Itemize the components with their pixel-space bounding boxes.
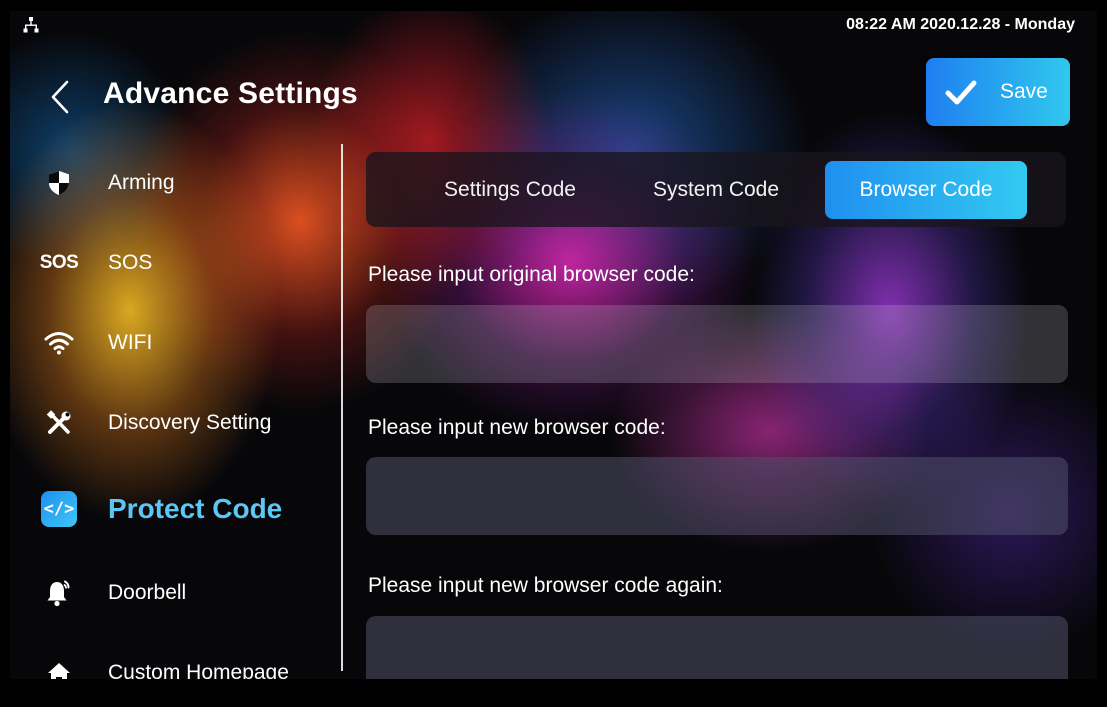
back-button[interactable] bbox=[44, 79, 76, 115]
date-time: 08:22 AM 2020.12.28 - Monday bbox=[846, 16, 1075, 33]
sidebar-item-label: Discovery Setting bbox=[108, 411, 272, 434]
tab-browser-code[interactable]: Browser Code bbox=[825, 161, 1027, 219]
sidebar-item-discovery-setting[interactable]: Discovery Setting bbox=[10, 401, 340, 445]
tab-system-code[interactable]: System Code bbox=[634, 161, 798, 219]
sidebar-item-label: Custom Homepage bbox=[108, 661, 289, 679]
sidebar-item-label: Doorbell bbox=[108, 581, 187, 604]
save-button-label: Save bbox=[1000, 80, 1048, 103]
sidebar-item-sos[interactable]: SOS SOS bbox=[10, 241, 340, 285]
sidebar-item-custom-homepage[interactable]: Custom Homepage bbox=[10, 651, 340, 679]
sos-icon: SOS bbox=[39, 252, 79, 273]
tab-settings-code[interactable]: Settings Code bbox=[416, 161, 604, 219]
sidebar-item-label: Protect Code bbox=[108, 493, 283, 524]
page-title: Advance Settings bbox=[103, 77, 358, 110]
tools-icon bbox=[40, 404, 78, 442]
save-button[interactable]: Save bbox=[926, 58, 1070, 126]
tab-bar: Settings Code System Code Browser Code bbox=[366, 152, 1066, 227]
check-icon bbox=[945, 80, 977, 105]
home-icon bbox=[40, 654, 78, 679]
confirm-code-label: Please input new browser code again: bbox=[368, 574, 723, 597]
sidebar-item-label: Arming bbox=[108, 171, 175, 194]
original-code-input[interactable] bbox=[366, 305, 1068, 383]
sidebar-item-label: WIFI bbox=[108, 331, 153, 354]
new-code-label: Please input new browser code: bbox=[368, 416, 666, 439]
sidebar-item-doorbell[interactable]: Doorbell bbox=[10, 571, 340, 615]
bell-icon bbox=[40, 574, 78, 612]
sidebar-item-label: SOS bbox=[108, 251, 153, 274]
confirm-code-input[interactable] bbox=[366, 616, 1068, 679]
sidebar-item-protect-code[interactable]: </> Protect Code bbox=[10, 487, 340, 531]
wifi-icon bbox=[40, 324, 78, 362]
sidebar-divider bbox=[341, 144, 343, 671]
status-bar: 08:22 AM 2020.12.28 - Monday bbox=[10, 11, 1097, 41]
code-icon: </> bbox=[40, 490, 78, 528]
network-icon bbox=[23, 17, 39, 33]
sidebar-item-wifi[interactable]: WIFI bbox=[10, 321, 340, 365]
sidebar-item-arming[interactable]: Arming bbox=[10, 161, 340, 205]
shield-icon bbox=[40, 164, 78, 202]
chevron-left-icon bbox=[51, 80, 69, 114]
new-code-input[interactable] bbox=[366, 457, 1068, 535]
original-code-label: Please input original browser code: bbox=[368, 263, 695, 286]
screen: 08:22 AM 2020.12.28 - Monday Advance Set… bbox=[10, 11, 1097, 679]
